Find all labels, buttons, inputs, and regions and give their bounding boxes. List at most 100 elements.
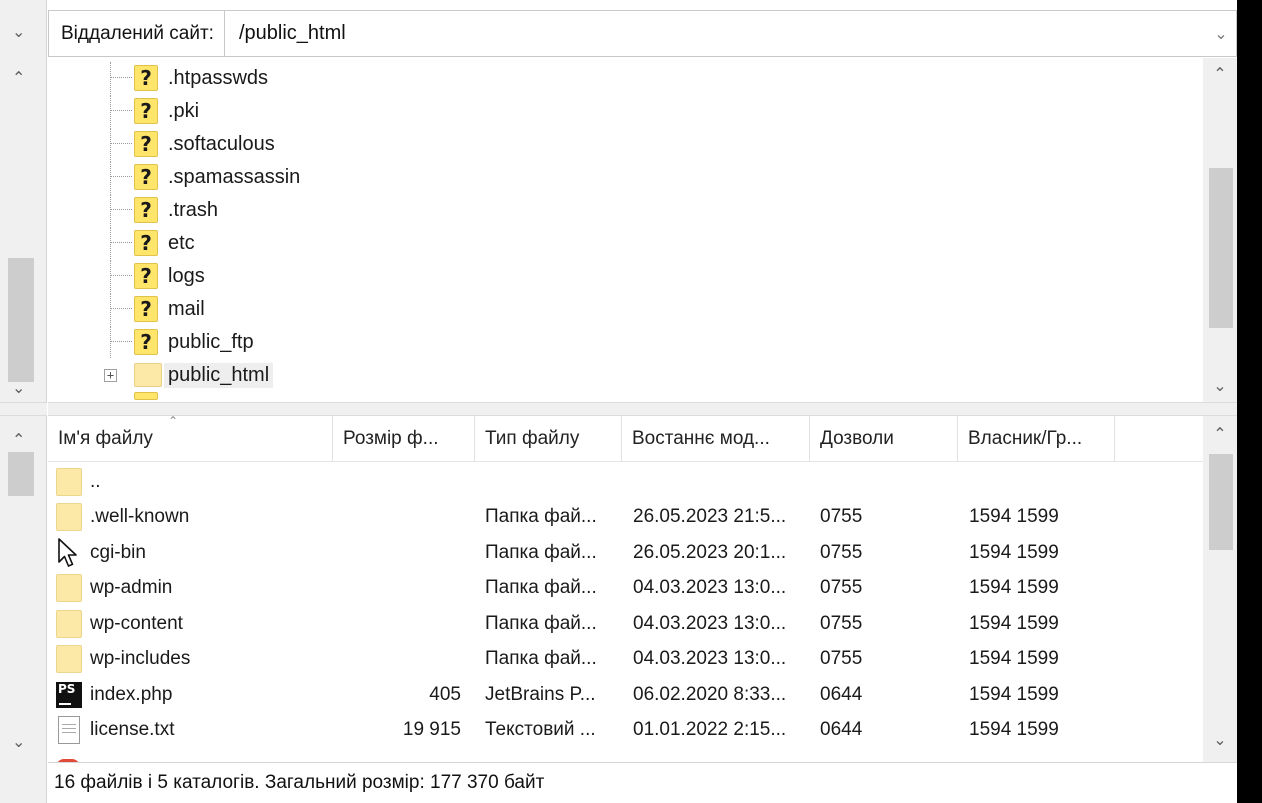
file-row[interactable]: license.txt 19 915 Текстовий ... 01.01.2022…: [48, 713, 1203, 748]
file-cell-size: [333, 464, 461, 499]
scrollbar-thumb[interactable]: [8, 452, 34, 496]
file-cell-size: [333, 606, 461, 641]
tree-connector: [110, 62, 111, 94]
sort-ascending-icon: ⌃: [168, 416, 179, 428]
file-cell-name: cgi-bin: [56, 535, 332, 570]
file-row[interactable]: ..: [48, 464, 1203, 499]
file-row[interactable]: wp-content Папка фай... 04.03.2023 13:0...…: [48, 606, 1203, 641]
question-icon: [134, 392, 158, 400]
column-header-label: Ім'я файлу: [58, 427, 153, 449]
folder-icon: [56, 467, 82, 496]
file-cell-modified: 04.03.2023 13:0...: [633, 648, 787, 669]
column-header-owner[interactable]: Власник/Гр...: [958, 416, 1115, 462]
scroll-down-arrow-icon[interactable]: ⌄: [12, 732, 25, 752]
file-name: ..: [90, 470, 101, 492]
file-cell-size: [333, 535, 461, 570]
tree-item[interactable]: ? .trash: [48, 194, 1188, 226]
scroll-up-arrow-icon[interactable]: ⌃: [12, 430, 25, 450]
scrollbar-thumb[interactable]: [8, 258, 34, 382]
scroll-down-arrow-icon[interactable]: ⌄: [1203, 730, 1237, 750]
scrollbar-thumb[interactable]: [1209, 454, 1233, 550]
file-row[interactable]: cgi-bin Папка фай... 26.05.2023 20:1... 075…: [48, 535, 1203, 570]
tree-connector: [110, 242, 132, 243]
column-header-label: Дозволи: [820, 427, 894, 449]
pane-splitter[interactable]: [0, 402, 47, 416]
tree-item[interactable]: ? .pki: [48, 95, 1188, 127]
status-bar: 16 файлів і 5 каталогів. Загальний розмі…: [48, 762, 1237, 803]
file-cell-permissions: 0755: [820, 648, 863, 669]
file-cell-permissions: 0755: [820, 541, 863, 563]
file-cell-name: wp-content: [56, 606, 332, 641]
file-row[interactable]: wp-includes Папка фай... 04.03.2023 13:0..…: [48, 642, 1203, 677]
remote-site-bar: Віддалений сайт: /public_html ⌄: [48, 10, 1237, 57]
file-cell-type: Папка фай...: [485, 612, 597, 634]
file-cell-type: Папка фай...: [485, 541, 597, 563]
tree-item-label: public_html: [164, 362, 274, 388]
tree-connector: [110, 260, 111, 292]
tree-connector: [110, 176, 132, 177]
tree-item[interactable]: + public_html: [48, 359, 1188, 391]
tree-item[interactable]: ? .softaculous: [48, 128, 1188, 160]
file-cell-owner: 1594 1599: [969, 577, 1059, 598]
file-cell-modified: [633, 464, 813, 499]
folder-icon: [56, 645, 82, 673]
column-header-label: Тип файлу: [485, 427, 580, 449]
column-header-size[interactable]: Розмір ф...: [333, 416, 475, 462]
remote-directory-tree: ? .htpasswds? .pki? .softaculous? .spamassas…: [48, 58, 1237, 402]
tree-item[interactable]: ? .spamassassin: [48, 161, 1188, 193]
file-cell-size: [333, 571, 461, 606]
tree-scrollbar[interactable]: ⌃ ⌄: [1203, 58, 1237, 402]
tree-connector: [110, 143, 132, 144]
tree-item[interactable]: ? mail: [48, 293, 1188, 325]
tree-connector: [110, 128, 111, 160]
folder-icon: [56, 574, 82, 602]
remote-site-label: Віддалений сайт:: [49, 11, 225, 56]
scroll-up-arrow-icon[interactable]: ⌃: [12, 68, 25, 88]
file-cell-owner: 1594 1599: [969, 612, 1059, 634]
file-row[interactable]: wp-admin Папка фай... 04.03.2023 13:0... 07…: [48, 571, 1203, 606]
folder-icon: [56, 609, 82, 638]
chevron-down-icon[interactable]: ⌄: [12, 22, 25, 42]
file-list-scrollbar[interactable]: ⌃ ⌄: [1203, 416, 1237, 762]
tree-item[interactable]: ? .htpasswds: [48, 62, 1188, 94]
tree-item-label: .pki: [168, 99, 200, 122]
expand-toggle-icon[interactable]: +: [104, 369, 117, 382]
tree-connector: [110, 77, 132, 78]
column-header-label: Розмір ф...: [343, 427, 439, 449]
remote-path-input[interactable]: /public_html: [225, 22, 1206, 45]
question-icon: ?: [134, 164, 158, 190]
question-icon: ?: [134, 98, 158, 124]
file-cell-name: PS index.php: [56, 677, 332, 712]
tree-connector: [110, 227, 111, 259]
tree-connector: [110, 161, 111, 193]
column-header-type[interactable]: Тип файлу: [475, 416, 622, 462]
file-cell-size: 19 915: [402, 719, 461, 740]
file-cell-modified: 26.05.2023 21:5...: [633, 506, 787, 527]
tree-connector: [110, 275, 132, 276]
column-header-filename[interactable]: ⌃ Ім'я файлу: [48, 416, 333, 462]
file-cell-owner: 1594 1599: [969, 719, 1059, 740]
chevron-down-icon[interactable]: ⌄: [1206, 24, 1236, 44]
file-cell-owner: [969, 464, 1189, 499]
tree-item[interactable]: ? etc: [48, 227, 1188, 259]
scroll-down-arrow-icon[interactable]: ⌄: [12, 378, 25, 398]
tree-connector: [110, 293, 111, 325]
column-header-modified[interactable]: Востаннє мод...: [622, 416, 810, 462]
file-cell-name: ..: [56, 464, 332, 499]
file-cell-permissions: 0755: [820, 612, 863, 634]
scroll-down-arrow-icon[interactable]: ⌄: [1203, 376, 1237, 396]
file-row[interactable]: .well-known Папка фай... 26.05.2023 21:5..…: [48, 500, 1203, 535]
column-header-permissions[interactable]: Дозволи: [810, 416, 958, 462]
pane-splitter[interactable]: [48, 402, 1237, 416]
file-row[interactable]: PS index.php 405 JetBrains P... 06.02.2020 8…: [48, 677, 1203, 712]
folder-icon: [56, 503, 82, 531]
scrollbar-thumb[interactable]: [1209, 168, 1233, 328]
question-icon: ?: [134, 329, 158, 355]
tree-item[interactable]: ? public_ftp: [48, 326, 1188, 358]
scroll-up-arrow-icon[interactable]: ⌃: [1203, 64, 1237, 84]
question-icon: ?: [134, 131, 158, 157]
tree-item-label: .htpasswds: [168, 66, 269, 89]
scroll-up-arrow-icon[interactable]: ⌃: [1203, 424, 1237, 444]
tree-item[interactable]: ? logs: [48, 260, 1188, 292]
file-name: cgi-bin: [90, 541, 146, 563]
